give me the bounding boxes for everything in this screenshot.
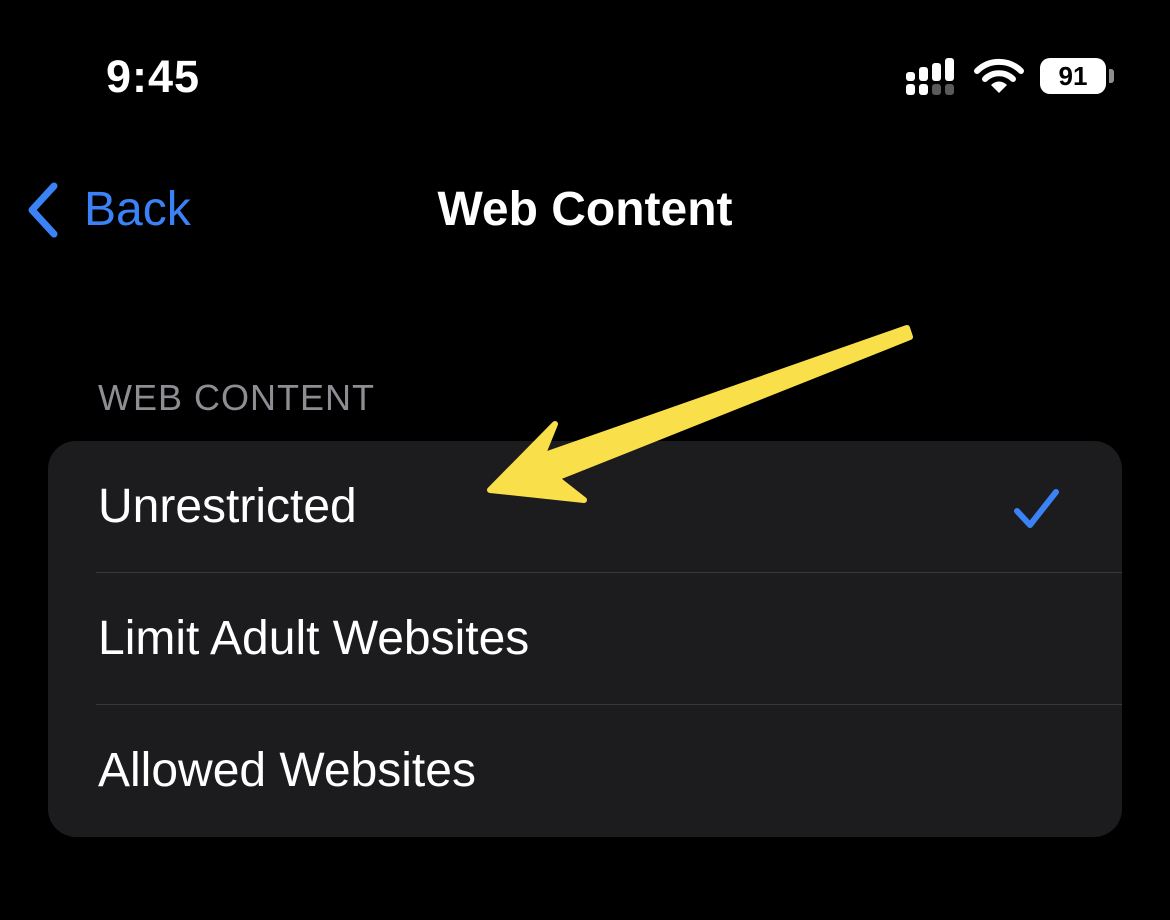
battery-level: 91: [1040, 58, 1106, 94]
web-content-options: Unrestricted Limit Adult Websites Allowe…: [48, 441, 1122, 837]
option-label: Allowed Websites: [98, 744, 476, 797]
option-label: Unrestricted: [98, 480, 357, 533]
navigation-bar: Back Web Content: [0, 160, 1170, 260]
battery-cap: [1109, 69, 1114, 83]
battery-indicator: 91: [1040, 58, 1116, 96]
option-allowed-websites[interactable]: Allowed Websites: [48, 705, 1122, 837]
cellular-signal-icon: [906, 58, 954, 95]
wifi-icon: [974, 58, 1024, 93]
status-bar: 9:45 91: [0, 0, 1170, 150]
page-title: Web Content: [437, 183, 733, 236]
option-unrestricted[interactable]: Unrestricted: [48, 441, 1122, 573]
checkmark-icon: [1014, 489, 1059, 528]
section-header: WEB CONTENT: [98, 377, 375, 418]
option-limit-adult-websites[interactable]: Limit Adult Websites: [48, 573, 1122, 705]
status-time: 9:45: [106, 51, 201, 102]
option-label: Limit Adult Websites: [98, 612, 530, 665]
